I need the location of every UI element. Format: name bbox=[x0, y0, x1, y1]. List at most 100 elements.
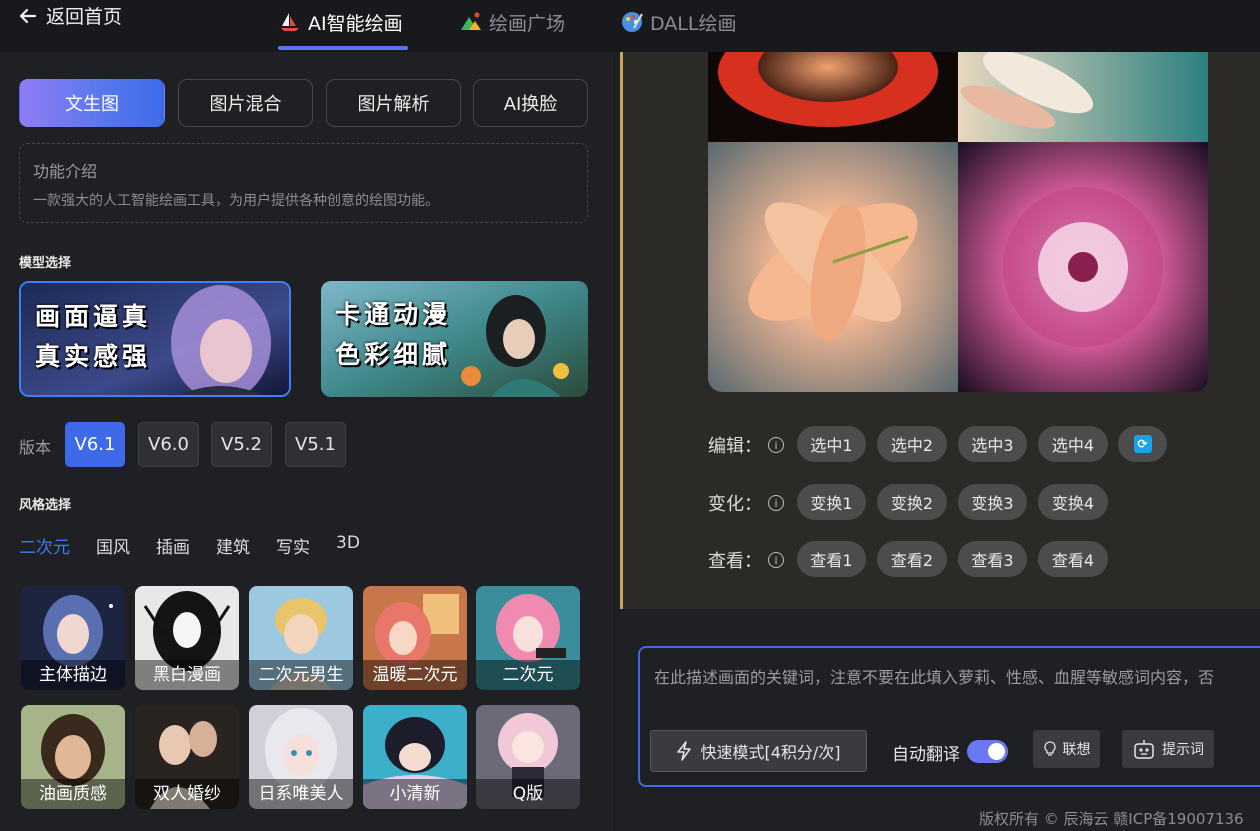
view-1-button[interactable]: 查看1 bbox=[797, 541, 866, 577]
model-cartoon-line1: 卡通动漫 bbox=[335, 300, 452, 329]
style-card[interactable]: 黑白漫画 bbox=[135, 586, 239, 690]
fast-mode-label: 快速模式[4积分/次] bbox=[700, 743, 841, 762]
generated-image-grid[interactable] bbox=[708, 52, 1208, 392]
left-panel: 文生图 图片混合 图片解析 AI换脸 功能介绍 一款强大的人工智能绘画工具，为用… bbox=[0, 52, 614, 831]
vary-3-button[interactable]: 变换3 bbox=[958, 484, 1027, 520]
associate-button[interactable]: 联想 bbox=[1033, 730, 1100, 768]
back-home-button[interactable]: 返回首页 bbox=[18, 2, 122, 29]
style-card[interactable]: Q版 bbox=[476, 705, 580, 809]
generated-images bbox=[708, 52, 1208, 392]
lightbulb-icon bbox=[1043, 741, 1056, 756]
refresh-button[interactable]: ⟳ bbox=[1118, 426, 1167, 462]
sailboat-icon bbox=[281, 13, 299, 31]
style-card-label: 双人婚纱 bbox=[135, 779, 239, 809]
style-tab-illustration[interactable]: 插画 bbox=[156, 533, 190, 558]
edit-label: 编辑： bbox=[708, 436, 762, 457]
style-tab-3d[interactable]: 3D bbox=[336, 533, 360, 553]
mode-face-swap-button[interactable]: AI换脸 bbox=[473, 79, 588, 127]
model-card-realistic[interactable]: 画面逼真 真实感强 bbox=[19, 281, 291, 397]
palette-icon bbox=[622, 12, 643, 32]
prompt-box: 快速模式[4积分/次] 自动翻译 联想 提示词 bbox=[638, 646, 1260, 787]
tab-ai-painting-label: AI智能绘画 bbox=[308, 12, 403, 35]
vary-4-button[interactable]: 变换4 bbox=[1038, 484, 1108, 520]
model-cartoon-line2: 色彩细腻 bbox=[335, 340, 452, 369]
model-section-label: 模型选择 bbox=[19, 256, 72, 271]
view-2-button[interactable]: 查看2 bbox=[877, 541, 947, 577]
info-icon[interactable]: i bbox=[768, 437, 784, 453]
style-tab-architecture[interactable]: 建筑 bbox=[216, 533, 250, 558]
select-1-button[interactable]: 选中1 bbox=[797, 426, 866, 462]
vary-1-button[interactable]: 变换1 bbox=[797, 484, 866, 520]
info-icon[interactable]: i bbox=[768, 495, 784, 511]
version-v60-button[interactable]: V6.0 bbox=[138, 422, 199, 467]
footer-copyright: 版权所有 © 辰海云 赣ICP备19007136 bbox=[979, 810, 1244, 828]
version-v51-button[interactable]: V5.1 bbox=[285, 422, 346, 467]
select-4-button[interactable]: 选中4 bbox=[1038, 426, 1108, 462]
style-card-label: 二次元男生 bbox=[249, 660, 353, 690]
style-tab-chinese[interactable]: 国风 bbox=[96, 533, 130, 558]
version-v61-button[interactable]: V6.1 bbox=[65, 422, 125, 467]
style-card[interactable]: 温暖二次元 bbox=[363, 586, 467, 690]
vary-label: 变化： bbox=[708, 494, 762, 515]
tab-ai-painting[interactable]: AI智能绘画 bbox=[278, 4, 403, 40]
style-card[interactable]: 二次元男生 bbox=[249, 586, 353, 690]
version-label: 版本 bbox=[19, 438, 52, 457]
model-realistic-line2: 真实感强 bbox=[35, 342, 152, 371]
lightning-icon bbox=[677, 741, 692, 761]
style-card-label: 主体描边 bbox=[21, 660, 125, 690]
style-card[interactable]: 油画质感 bbox=[21, 705, 125, 809]
tab-painting-square[interactable]: 绘画广场 bbox=[459, 4, 565, 40]
mountain-icon bbox=[461, 12, 481, 30]
top-nav-bar: 返回首页 AI智能绘画 绘画广场 DALL绘画 bbox=[0, 0, 1260, 52]
fast-mode-button[interactable]: 快速模式[4积分/次] bbox=[650, 730, 867, 772]
select-3-button[interactable]: 选中3 bbox=[958, 426, 1027, 462]
style-tab-realistic[interactable]: 写实 bbox=[276, 533, 310, 558]
style-card[interactable]: 双人婚纱 bbox=[135, 705, 239, 809]
mode-text-to-image-button[interactable]: 文生图 bbox=[19, 79, 165, 127]
style-card-label: 黑白漫画 bbox=[135, 660, 239, 690]
style-card-label: Q版 bbox=[476, 779, 580, 809]
feature-intro-box: 功能介绍 一款强大的人工智能绘画工具，为用户提供各种创意的绘图功能。 bbox=[19, 143, 588, 223]
refresh-icon: ⟳ bbox=[1133, 435, 1152, 453]
prompt-words-label: 提示词 bbox=[1162, 742, 1204, 758]
toggle-knob bbox=[988, 743, 1005, 760]
prompt-words-button[interactable]: 提示词 bbox=[1122, 730, 1214, 768]
view-3-button[interactable]: 查看3 bbox=[958, 541, 1027, 577]
style-card[interactable]: 主体描边 bbox=[21, 586, 125, 690]
view-row-label: 查看： i bbox=[708, 547, 784, 573]
style-card-label: 温暖二次元 bbox=[363, 660, 467, 690]
active-tab-indicator bbox=[278, 46, 408, 50]
version-v52-button[interactable]: V5.2 bbox=[211, 422, 272, 467]
view-label: 查看： bbox=[708, 551, 762, 572]
tab-dall-painting[interactable]: DALL绘画 bbox=[620, 4, 736, 40]
auto-translate-toggle[interactable] bbox=[967, 740, 1008, 763]
model-realistic-line1: 画面逼真 bbox=[35, 302, 152, 331]
style-card-label: 油画质感 bbox=[21, 779, 125, 809]
tab-painting-square-label: 绘画广场 bbox=[489, 12, 566, 35]
auto-translate-label: 自动翻译 bbox=[892, 745, 960, 765]
back-home-label: 返回首页 bbox=[46, 6, 123, 28]
style-card[interactable]: 日系唯美人 bbox=[249, 705, 353, 809]
style-tab-anime[interactable]: 二次元 bbox=[19, 533, 70, 558]
prompt-input[interactable] bbox=[654, 662, 1260, 692]
style-section-label: 风格选择 bbox=[19, 498, 72, 513]
vary-2-button[interactable]: 变换2 bbox=[877, 484, 947, 520]
intro-title: 功能介绍 bbox=[33, 162, 98, 181]
style-card[interactable]: 小清新 bbox=[363, 705, 467, 809]
vary-row-label: 变化： i bbox=[708, 490, 784, 516]
mode-image-parse-button[interactable]: 图片解析 bbox=[326, 79, 461, 127]
style-card[interactable]: 二次元 bbox=[476, 586, 580, 690]
style-card-label: 二次元 bbox=[476, 660, 580, 690]
arrow-left-icon bbox=[19, 8, 37, 23]
intro-description: 一款强大的人工智能绘画工具，为用户提供各种创意的绘图功能。 bbox=[33, 193, 439, 209]
edit-row-label: 编辑： i bbox=[708, 432, 784, 458]
mode-image-blend-button[interactable]: 图片混合 bbox=[178, 79, 313, 127]
select-2-button[interactable]: 选中2 bbox=[877, 426, 947, 462]
robot-icon bbox=[1134, 740, 1154, 759]
style-card-label: 日系唯美人 bbox=[249, 779, 353, 809]
associate-label: 联想 bbox=[1062, 742, 1091, 758]
info-icon[interactable]: i bbox=[768, 552, 784, 568]
model-card-cartoon[interactable]: 卡通动漫 色彩细腻 bbox=[321, 281, 588, 397]
view-4-button[interactable]: 查看4 bbox=[1038, 541, 1108, 577]
tab-dall-painting-label: DALL绘画 bbox=[650, 12, 737, 35]
